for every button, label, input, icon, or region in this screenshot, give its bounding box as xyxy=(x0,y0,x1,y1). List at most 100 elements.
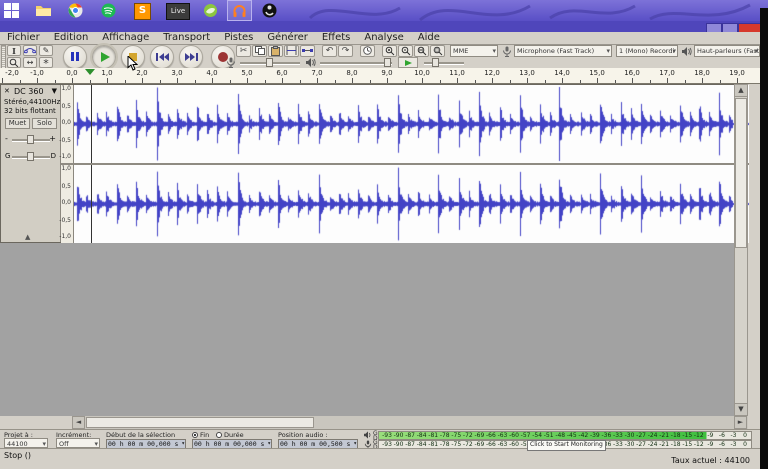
zoom-out-button[interactable] xyxy=(398,45,413,57)
toolbar-grabber[interactable] xyxy=(1,45,6,70)
play-button[interactable] xyxy=(92,45,116,69)
recording-channels-select[interactable]: 1 (Mono) Recordi▾ xyxy=(616,45,678,57)
menu-affichage[interactable]: Affichage xyxy=(95,32,156,44)
waveform-right-channel[interactable] xyxy=(74,165,749,243)
amplitude-label: 0,5 xyxy=(61,184,71,190)
recording-device-select[interactable]: Microphone (Fast Track)▾ xyxy=(514,45,612,57)
menu-aide[interactable]: Aide xyxy=(411,32,447,44)
cut-button[interactable]: ✂ xyxy=(236,45,251,57)
copy-button[interactable] xyxy=(252,45,267,57)
obs-icon[interactable] xyxy=(262,3,277,18)
playback-volume-slider[interactable] xyxy=(320,57,392,67)
audacity-headphones-icon[interactable] xyxy=(232,3,247,18)
meter-scale-number: -33 xyxy=(613,433,623,439)
timeline-minor-tick xyxy=(615,80,616,83)
horizontal-scroll-thumb[interactable] xyxy=(86,417,314,428)
file-explorer-icon[interactable] xyxy=(36,3,51,18)
redo-button[interactable]: ↷ xyxy=(338,45,353,57)
playback-device-select[interactable]: Haut-parleurs (Fast Track)▾ xyxy=(694,45,760,57)
scroll-left-button[interactable]: ◄ xyxy=(72,416,85,429)
horizontal-scrollbar[interactable]: ◄ ► xyxy=(0,416,748,429)
zoom-tool-button[interactable] xyxy=(7,57,21,68)
track-area: ✕ DC 360 ▼ Stéréo,44100Hz 32 bits flotta… xyxy=(0,84,748,416)
playback-cursor-line xyxy=(91,165,92,243)
track-menu-chevron-icon[interactable]: ▼ xyxy=(52,87,57,95)
sketchup-icon[interactable] xyxy=(203,3,218,18)
collapse-track-icon[interactable]: ▲ xyxy=(25,233,30,241)
sublime-text-icon[interactable]: S xyxy=(134,3,151,20)
track-close-icon[interactable]: ✕ xyxy=(4,87,10,95)
solo-button[interactable]: Solo xyxy=(32,118,57,129)
chevron-down-icon: ▾ xyxy=(754,46,758,56)
menu-pistes[interactable]: Pistes xyxy=(217,32,260,44)
monitoring-tooltip[interactable]: Click to Start Monitoring xyxy=(527,440,606,451)
skip-to-start-button[interactable] xyxy=(150,45,174,69)
multi-tool-button[interactable]: * xyxy=(39,57,53,68)
scroll-right-button[interactable]: ► xyxy=(734,416,747,429)
meter-scale-number: -93 xyxy=(382,433,392,439)
playback-device-value: Haut-parleurs (Fast Track) xyxy=(697,47,760,55)
timeline-label: 12,0 xyxy=(484,69,500,77)
pan-slider[interactable] xyxy=(12,151,50,161)
menu-fichier[interactable]: Fichier xyxy=(0,32,47,44)
scroll-down-button[interactable]: ▼ xyxy=(734,403,748,416)
ableton-live-icon[interactable]: Live xyxy=(166,3,190,20)
zoom-in-button[interactable] xyxy=(382,45,397,57)
timeline-major-tick xyxy=(422,78,423,83)
window-titlebar[interactable] xyxy=(0,21,768,32)
paste-button[interactable] xyxy=(268,45,283,57)
play-at-speed-button[interactable] xyxy=(398,57,418,68)
windows-start-icon[interactable] xyxy=(4,3,19,18)
timeline-minor-tick xyxy=(55,80,56,83)
mute-button[interactable]: Muet xyxy=(5,118,30,129)
playback-meter-bar[interactable]: -93-90-87-84-81-78-75-72-69-66-63-60-57-… xyxy=(378,431,752,440)
snap-to-select[interactable]: Off▾ xyxy=(56,438,100,448)
timeline-major-tick xyxy=(737,78,738,83)
timeline-label: 19,0 xyxy=(729,69,745,77)
fit-project-button[interactable] xyxy=(430,45,445,57)
amplitude-label: 0,5 xyxy=(61,104,71,110)
spotify-icon[interactable] xyxy=(101,3,116,18)
timeshift-tool-button[interactable]: ↔ xyxy=(23,57,37,68)
pause-button[interactable] xyxy=(63,45,87,69)
vertical-ruler-left-channel[interactable]: 1,00,50,0-0,5-1,0 xyxy=(61,85,74,163)
envelope-tool-button[interactable] xyxy=(23,45,37,56)
draw-tool-button[interactable]: ✎ xyxy=(39,45,53,56)
end-radio[interactable] xyxy=(192,432,198,438)
silence-audio-button[interactable] xyxy=(300,45,315,57)
sync-lock-button[interactable] xyxy=(360,45,375,57)
amplitude-label: 0,0 xyxy=(61,120,71,126)
undo-button[interactable]: ↶ xyxy=(322,45,337,57)
project-rate-select[interactable]: 44100▾ xyxy=(4,438,48,448)
playhead-marker[interactable] xyxy=(85,69,95,75)
menu-transport[interactable]: Transport xyxy=(156,32,217,44)
gain-slider[interactable] xyxy=(12,134,50,144)
playback-speed-slider[interactable] xyxy=(424,57,464,67)
waveform-left-channel[interactable] xyxy=(74,85,749,163)
fit-selection-button[interactable] xyxy=(414,45,429,57)
vertical-scroll-thumb[interactable] xyxy=(735,98,747,248)
selection-tool-button[interactable]: I xyxy=(7,45,21,56)
timeline-major-tick xyxy=(37,78,38,83)
timeline-minor-tick xyxy=(160,80,161,83)
trim-audio-button[interactable] xyxy=(284,45,299,57)
timeline-ruler[interactable]: -2,0-1,00,01,02,03,04,05,06,07,08,09,010… xyxy=(0,68,760,84)
menu-edition[interactable]: Edition xyxy=(47,32,96,44)
playback-volume-icon xyxy=(306,58,316,67)
chrome-icon[interactable] xyxy=(68,3,83,18)
timeline-minor-tick xyxy=(125,80,126,83)
chevron-down-icon: ▾ xyxy=(353,440,357,448)
audio-position-label: Position audio : xyxy=(278,431,328,439)
track-name[interactable]: DC 360 xyxy=(14,87,44,96)
playback-meter[interactable]: G D -93-90-87-84-81-78-75-72-69-66-63-60… xyxy=(364,431,748,440)
vertical-ruler-right-channel[interactable]: 1,00,50,0-0,5-1,0 xyxy=(61,165,74,243)
menu-analyse[interactable]: Analyse xyxy=(357,32,410,44)
length-radio[interactable] xyxy=(216,432,222,438)
skip-to-end-button[interactable] xyxy=(179,45,203,69)
audio-host-select[interactable]: MME▾ xyxy=(450,45,498,57)
scroll-up-button[interactable]: ▲ xyxy=(734,84,748,97)
meter-scale-number: -42 xyxy=(578,433,588,439)
menu-générer[interactable]: Générer xyxy=(260,32,315,44)
menu-effets[interactable]: Effets xyxy=(315,32,358,44)
recording-volume-slider[interactable] xyxy=(240,57,300,67)
